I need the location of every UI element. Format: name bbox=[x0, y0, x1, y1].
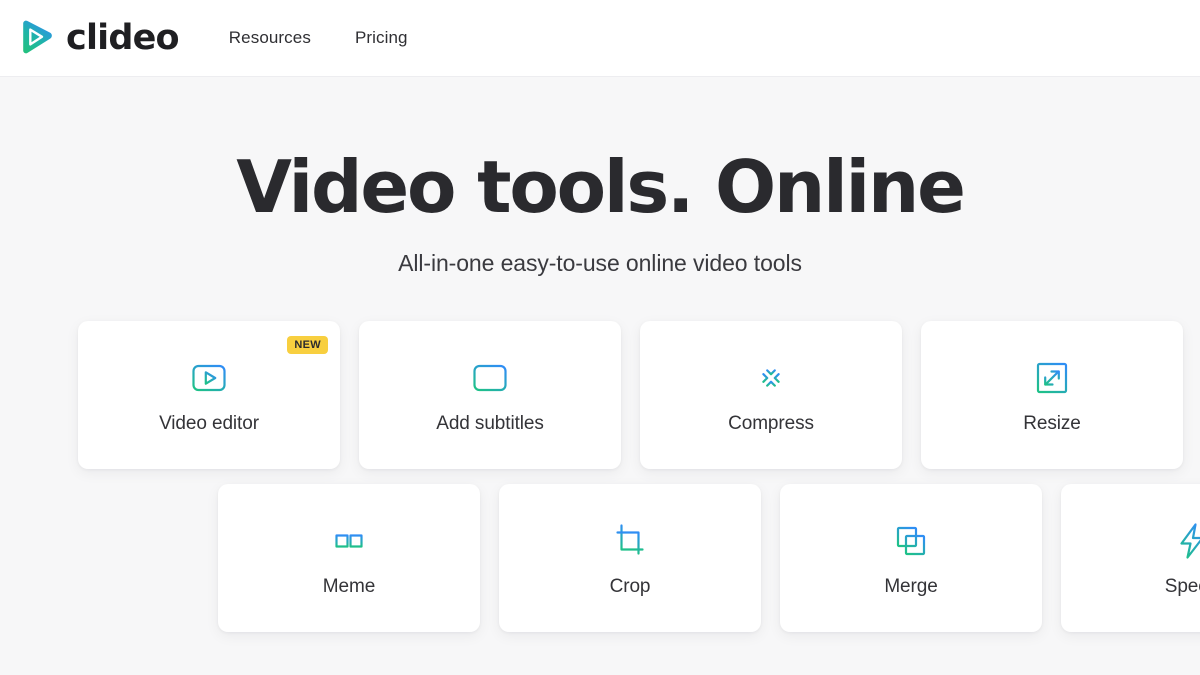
subtitles-icon bbox=[469, 357, 511, 399]
tool-label: Resize bbox=[1023, 413, 1081, 434]
main-nav: Resources Pricing bbox=[229, 28, 408, 48]
crop-icon bbox=[609, 520, 651, 562]
tool-label: Crop bbox=[609, 576, 651, 597]
tool-label: Video editor bbox=[159, 413, 259, 434]
page-subtitle: All-in-one easy-to-use online video tool… bbox=[398, 250, 802, 276]
nav-item-resources[interactable]: Resources bbox=[229, 28, 311, 48]
resize-diagonal-arrows-icon bbox=[1031, 357, 1073, 399]
tool-card-video-editor[interactable]: NEW Video editor bbox=[78, 321, 340, 469]
tools-row-1: NEW Video editor Add subtitles Compress … bbox=[0, 321, 1200, 469]
nav-item-pricing[interactable]: Pricing bbox=[355, 28, 408, 48]
tool-label: Merge bbox=[884, 576, 938, 597]
hero-section: Video tools. Online All-in-one easy-to-u… bbox=[0, 77, 1200, 277]
clideo-play-logo-icon bbox=[16, 18, 56, 58]
brand-name: clideo bbox=[66, 17, 180, 58]
compress-arrows-icon bbox=[750, 357, 792, 399]
tools-row-2: Meme Crop Merge Spe bbox=[0, 484, 1200, 632]
tool-card-meme[interactable]: Meme bbox=[218, 484, 480, 632]
tool-label: Speed bbox=[1164, 576, 1200, 597]
glasses-icon bbox=[328, 520, 370, 562]
page-title: Video tools. Online bbox=[236, 145, 966, 229]
tool-card-crop[interactable]: Crop bbox=[499, 484, 761, 632]
tool-label: Compress bbox=[728, 413, 814, 434]
tool-card-merge[interactable]: Merge bbox=[780, 484, 1042, 632]
tools-grid: NEW Video editor Add subtitles Compress … bbox=[0, 321, 1200, 632]
lightning-bolt-icon bbox=[1171, 520, 1200, 562]
status-badge-new: NEW bbox=[287, 336, 328, 355]
overlapping-squares-icon bbox=[890, 520, 932, 562]
tool-card-resize[interactable]: Resize bbox=[921, 321, 1183, 469]
tool-label: Add subtitles bbox=[436, 413, 544, 434]
tool-card-speed[interactable]: Speed bbox=[1061, 484, 1200, 632]
video-player-icon bbox=[188, 357, 230, 399]
site-header: clideo Resources Pricing bbox=[0, 0, 1200, 77]
tool-card-compress[interactable]: Compress bbox=[640, 321, 902, 469]
brand-logo-link[interactable]: clideo bbox=[16, 17, 180, 58]
tool-card-add-subtitles[interactable]: Add subtitles bbox=[359, 321, 621, 469]
tool-label: Meme bbox=[322, 576, 376, 597]
